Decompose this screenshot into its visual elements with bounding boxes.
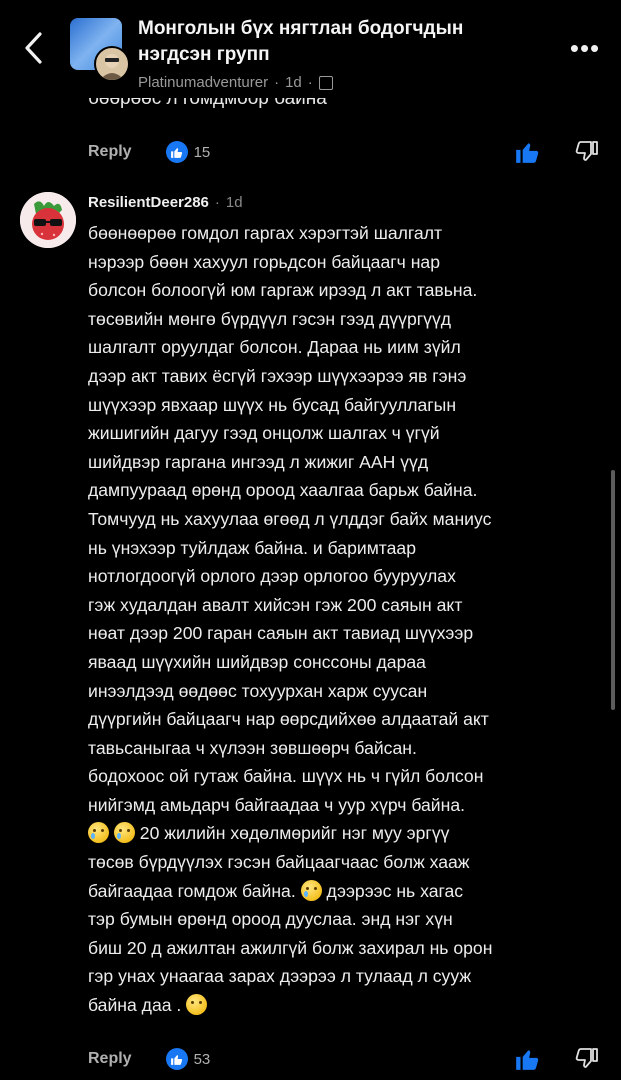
crying-emoji-icon xyxy=(88,822,109,844)
group-name-line-1: Монголын бүх нягтлан бодогчдын xyxy=(138,18,464,39)
comment-time: 1d xyxy=(225,194,243,211)
thumbs-down-icon xyxy=(575,1048,598,1068)
commenter-avatar[interactable] xyxy=(20,192,76,248)
comment-line: бөөнөөрөө гомдол гаргах хэрэгтэй шалгалт xyxy=(88,223,443,243)
meta-separator-2: · xyxy=(307,74,313,91)
like-button[interactable] xyxy=(511,136,543,168)
comment-line: инээлдээд өөдөөс тохуурхан харж суусан xyxy=(88,680,428,701)
globe-icon xyxy=(318,75,333,90)
comment-line: 20 жилийн хөдөлмөрийг нэг муу эргүү xyxy=(88,819,608,848)
comment-line-text: 20 жилийн хөдөлмөрийг нэг муу эргүү xyxy=(139,823,450,844)
post-author-name[interactable]: Platinumadventurer xyxy=(138,74,268,91)
crying-emoji-icon xyxy=(113,822,135,844)
comment-line: тэр бумын өрөнд ороод дууслаа. энд нэг х… xyxy=(88,909,453,930)
like-count: 53 xyxy=(193,1050,211,1068)
reply-button[interactable]: Reply xyxy=(88,1050,132,1068)
comment-line: бодохоос ой гутаж байна. шүүх нь ч гүйл … xyxy=(88,766,484,787)
comment-actions: Reply 53 xyxy=(88,1043,603,1075)
comment-author-name[interactable]: ResilientDeer286 xyxy=(88,194,209,211)
comment-line: биш 20 д ажилтан ажилгүй болж захирал нь… xyxy=(88,937,493,958)
previous-comment-cut-text: бөөрөөс л гомдмоор байна xyxy=(88,98,327,109)
comment-line: нэрээр бөөн хахуул горьдсон байцаагч нар xyxy=(88,251,441,272)
comment-line: гэр унах унаагаа зарах дээрээ л тулаад л… xyxy=(88,966,472,987)
like-bubble-icon xyxy=(165,1048,188,1070)
comment-line: дүүргийн байцаагч нар өөрсдийхөө алдаата… xyxy=(88,709,489,730)
meta-separator: · xyxy=(274,74,280,91)
comment-line: Томчууд нь хахуулаа өгөөд л үлддэг байх … xyxy=(88,508,492,529)
comment-line: төсөвийн мөнгө бүрдүүл гэсэн гээд дүүргү… xyxy=(88,308,452,329)
comment-line: жишигийн дагуу гээд онцолж шалгах ч үгүй xyxy=(88,423,440,444)
sad-emoji-icon xyxy=(186,994,208,1016)
post-time: 1d xyxy=(285,74,302,91)
group-avatar[interactable] xyxy=(70,18,130,82)
more-options-button[interactable]: ••• xyxy=(567,33,603,63)
author-avatar[interactable] xyxy=(94,46,130,82)
comment-line: дээр акт тавих ёсгүй гэхээр шүүхээрээ яв… xyxy=(88,365,467,386)
comment-line: нь үнэхээр туйлдаж байна. и баримтаар xyxy=(88,537,417,558)
comment-line: төсөв бүрдүүлэх гэсэн байцаагчаас болж х… xyxy=(88,852,470,873)
dislike-button[interactable] xyxy=(571,1043,603,1075)
dislike-button[interactable] xyxy=(571,136,603,168)
comment-line: нөат дээр 200 гаран саяын акт тавиад шүү… xyxy=(88,623,474,644)
comment-header: ResilientDeer286 · 1d xyxy=(88,194,243,211)
post-meta: Platinumadventurer · 1d · xyxy=(138,74,333,91)
thumbs-up-icon xyxy=(516,1050,539,1070)
comment-line: нийгэмд амьдарч байгаадаа ч уур хүрч бай… xyxy=(88,794,466,815)
like-button[interactable] xyxy=(511,1043,543,1075)
post-comments-screen: Монголын бүх нягтлан бодогчдын нэгдсэн г… xyxy=(0,0,621,1080)
like-bubble-icon xyxy=(165,141,188,163)
comment-line: байна даа . xyxy=(88,991,608,1020)
previous-comment-actions: Reply 15 xyxy=(88,136,603,168)
sad-emoji-icon xyxy=(300,879,322,901)
comment-line: гэж худалдан авалт хийсэн гэж 200 саяын … xyxy=(88,594,463,615)
comment-line-text: байна даа . xyxy=(88,995,182,1016)
comment-line: нотлогдоогүй орлого дээр орлогоо бууруул… xyxy=(88,566,456,587)
comment-line-text: дээрээс нь хагас xyxy=(326,880,464,901)
thumbs-down-icon xyxy=(575,141,598,161)
comment-line: тавьсаныгаа ч хүлээн зөвшөөрч байсан. xyxy=(88,737,417,758)
comment-time-separator: · xyxy=(214,194,220,211)
thumbs-up-icon xyxy=(516,143,539,163)
scrollbar[interactable] xyxy=(611,470,615,710)
comment-line: яваад шүүхийн шийдвэр сонссоны дараа xyxy=(88,651,426,672)
comment-line: байгаадаа гомдож байна. дээрээс нь хагас xyxy=(88,877,608,906)
reply-button[interactable]: Reply xyxy=(88,143,132,161)
comment-line-text: байгаадаа гомдож байна. xyxy=(88,880,296,901)
comment-line: шүүхээр явхаар шүүх нь бусад байгууллагы… xyxy=(88,394,457,415)
back-button[interactable] xyxy=(18,28,50,68)
group-name-line-2: нэгдсэн групп xyxy=(138,44,270,65)
comment-line: дампуураад өрөнд ороод хаалгаа барьж бай… xyxy=(88,480,478,501)
back-arrow-icon xyxy=(25,32,42,64)
reaction-summary[interactable]: 53 xyxy=(165,1048,211,1070)
comment-line: шалгалт оруулдаг болсон. Дараа нь иим зү… xyxy=(88,337,461,358)
reaction-summary[interactable]: 15 xyxy=(165,141,211,163)
like-count: 15 xyxy=(193,143,211,161)
group-name[interactable]: Монголын бүх нягтлан бодогчдын нэгдсэн г… xyxy=(138,16,538,68)
comment-body: бөөнөөрөө гомдол гаргах хэрэгтэй шалгалт… xyxy=(88,219,608,1020)
comment-line: шийдвэр гаргана ингээд л жижиг ААН үүд xyxy=(88,451,429,472)
post-header: Монголын бүх нягтлан бодогчдын нэгдсэн г… xyxy=(0,0,621,106)
comment-line: болсон болоогүй юм гаргаж ирээд л акт та… xyxy=(88,280,478,301)
more-icon: ••• xyxy=(569,32,601,63)
